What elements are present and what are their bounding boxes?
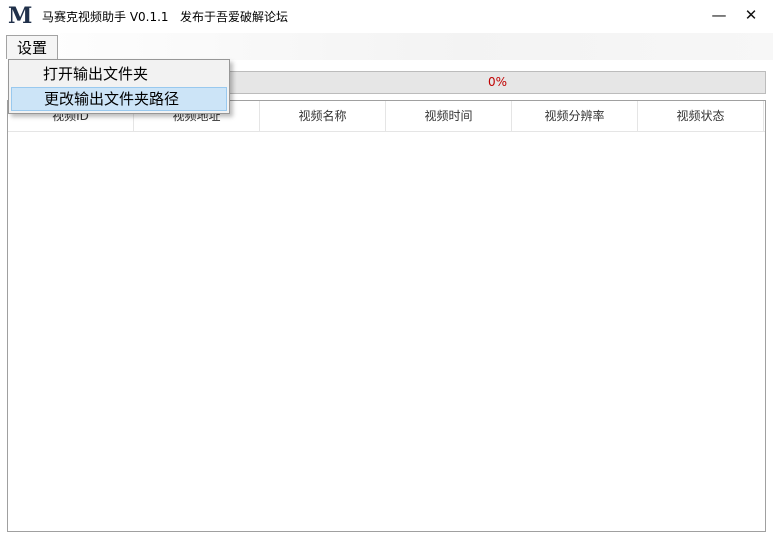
app-logo: M — [8, 3, 32, 29]
minimize-button[interactable]: — — [703, 2, 735, 28]
video-table[interactable]: 视频ID 视频地址 视频名称 视频时间 视频分辨率 视频状态 — [7, 100, 766, 532]
menu-bar: 设置 — [0, 33, 773, 60]
progress-label: 0% — [487, 75, 508, 89]
title-bar: M 马赛克视频助手 V0.1.1 发布于吾爱破解论坛 — ✕ — [0, 0, 773, 33]
progress-bar: 0% — [229, 71, 766, 94]
window-title: 马赛克视频助手 V0.1.1 发布于吾爱破解论坛 — [42, 10, 289, 24]
column-header-video-resolution[interactable]: 视频分辨率 — [512, 101, 638, 131]
menu-item-change-output-folder-path[interactable]: 更改输出文件夹路径 — [11, 87, 227, 111]
close-button[interactable]: ✕ — [735, 2, 767, 28]
column-header-video-time[interactable]: 视频时间 — [386, 101, 512, 131]
settings-dropdown-menu: 打开输出文件夹 更改输出文件夹路径 — [8, 59, 230, 114]
column-header-video-name[interactable]: 视频名称 — [260, 101, 386, 131]
menu-item-open-output-folder[interactable]: 打开输出文件夹 — [11, 62, 227, 86]
menu-settings[interactable]: 设置 — [6, 35, 58, 59]
column-header-video-status[interactable]: 视频状态 — [638, 101, 764, 131]
